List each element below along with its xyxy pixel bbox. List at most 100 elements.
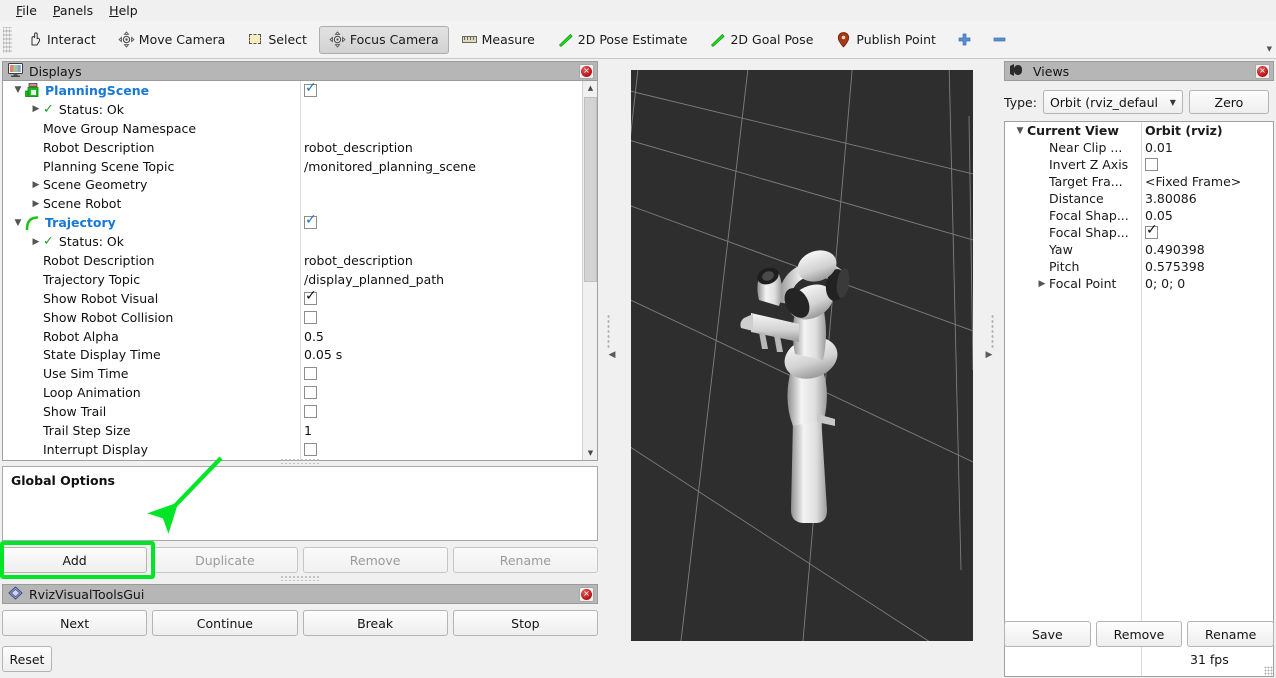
twisty-collapsed-icon[interactable] xyxy=(29,237,43,247)
menu-item-panels[interactable]: Panels xyxy=(45,1,101,20)
close-icon[interactable]: × xyxy=(1255,63,1270,79)
twisty-expanded-icon[interactable] xyxy=(11,218,25,228)
displays-tree[interactable]: PlanningScene✓Status: OkMove Group Names… xyxy=(2,81,598,461)
displays-tree-row[interactable]: Trajectory Topic/display_planned_path xyxy=(3,270,582,289)
displays-row-checkbox[interactable] xyxy=(304,405,317,419)
views-row-value[interactable]: 0.05 xyxy=(1145,208,1173,223)
displays-tree-row[interactable]: Show Robot Visual xyxy=(3,289,582,308)
displays-row-value[interactable]: 1 xyxy=(304,423,312,438)
views-row-value[interactable]: 0; 0; 0 xyxy=(1145,276,1185,291)
displays-tree-row[interactable]: Robot Description robot_description xyxy=(3,138,582,157)
views-row-value[interactable]: 0.490398 xyxy=(1145,242,1205,257)
chevron-down-icon[interactable]: ▼ xyxy=(1267,45,1272,53)
displays-row-checkbox[interactable] xyxy=(304,442,317,456)
next-button[interactable]: Next xyxy=(2,610,148,636)
views-tree-row[interactable]: Current View Orbit (rviz) xyxy=(1005,122,1273,139)
views-tree-row[interactable]: Focal Shap... xyxy=(1005,223,1273,241)
toolbar-drag-handle[interactable] xyxy=(3,26,12,53)
views-tree-row[interactable]: Pitch 0.575398 xyxy=(1005,258,1273,275)
panel-splitter-top[interactable] xyxy=(280,458,320,464)
displays-tree-row[interactable]: Move Group Namespace xyxy=(3,119,582,138)
displays-row-value[interactable]: robot_description xyxy=(304,253,413,268)
toolbar-button-focus-camera[interactable]: Focus Camera xyxy=(318,25,449,54)
menu-item-help[interactable]: Help xyxy=(101,1,146,20)
displays-tree-row[interactable]: ✓Status: Ok xyxy=(3,232,582,251)
displays-tree-row[interactable]: Trajectory xyxy=(3,213,582,232)
displays-tree-row[interactable]: Show Trail xyxy=(3,402,582,421)
3d-viewport[interactable] xyxy=(631,70,973,641)
toolbar-button-publish-point[interactable]: Publish Point xyxy=(825,26,946,54)
displays-tree-row[interactable]: Interrupt Display xyxy=(3,440,582,459)
window-resize-grip[interactable] xyxy=(1264,666,1274,676)
twisty-collapsed-icon[interactable] xyxy=(1035,279,1049,289)
views-tree-row[interactable]: Invert Z Axis xyxy=(1005,156,1273,173)
global-options-box[interactable]: Global Options xyxy=(2,466,598,541)
displays-tree-row[interactable]: State Display Time 0.05 s xyxy=(3,345,582,364)
displays-row-checkbox[interactable] xyxy=(304,367,317,381)
remove-view-button[interactable]: Remove xyxy=(1095,621,1183,647)
displays-tree-row[interactable]: Scene Geometry xyxy=(3,175,582,194)
views-tree-row[interactable]: Target Fra... <Fixed Frame> xyxy=(1005,173,1273,190)
views-tree-row[interactable]: Near Clip ... 0.01 xyxy=(1005,139,1273,156)
rename-view-button[interactable]: Rename xyxy=(1187,621,1275,647)
displays-row-checkbox[interactable] xyxy=(304,213,317,230)
toolbar-button-2d-pose-estimate[interactable]: 2D Pose Estimate xyxy=(547,26,698,54)
displays-tree-row[interactable]: Show Robot Collision xyxy=(3,308,582,327)
collapse-right-handle[interactable]: ▶ xyxy=(983,310,995,400)
remove-tool-button[interactable] xyxy=(983,26,1016,54)
displays-row-value[interactable]: /monitored_planning_scene xyxy=(304,159,476,174)
displays-tree-row[interactable]: ✓Status: Ok xyxy=(3,100,582,119)
twisty-collapsed-icon[interactable] xyxy=(29,180,43,190)
views-row-value[interactable]: 3.80086 xyxy=(1145,191,1197,206)
displays-tree-row[interactable]: Planning Scene Topic/monitored_planning_… xyxy=(3,157,582,176)
scroll-up-icon[interactable]: ▲ xyxy=(583,81,597,95)
views-tree-row[interactable]: Focal Point 0; 0; 0 xyxy=(1005,275,1273,292)
break-button[interactable]: Break xyxy=(302,610,448,636)
panel-splitter-bottom[interactable] xyxy=(280,575,320,581)
views-row-value[interactable]: Orbit (rviz) xyxy=(1145,123,1223,138)
views-row-value[interactable]: 0.01 xyxy=(1145,140,1173,155)
twisty-collapsed-icon[interactable] xyxy=(29,199,43,209)
views-tree-row[interactable]: Yaw 0.490398 xyxy=(1005,241,1273,258)
scrollbar-thumb[interactable] xyxy=(584,97,597,282)
toolbar-button-select[interactable]: Select xyxy=(237,26,317,54)
displays-row-value[interactable]: /display_planned_path xyxy=(304,272,444,287)
views-row-checkbox[interactable] xyxy=(1145,223,1158,239)
twisty-expanded-icon[interactable] xyxy=(1013,126,1027,136)
views-row-checkbox[interactable] xyxy=(1145,158,1158,171)
toolbar-button-2d-goal-pose[interactable]: 2D Goal Pose xyxy=(699,26,823,54)
displays-row-value[interactable]: robot_description xyxy=(304,140,413,155)
displays-row-checkbox[interactable] xyxy=(304,386,317,400)
views-tree-row[interactable]: Distance 3.80086 xyxy=(1005,190,1273,207)
views-row-value[interactable]: 0.575398 xyxy=(1145,259,1205,274)
zero-button[interactable]: Zero xyxy=(1188,90,1269,114)
reset-button[interactable]: Reset xyxy=(2,646,52,672)
displays-tree-row[interactable]: Use Sim Time xyxy=(3,364,582,383)
displays-tree-row[interactable]: PlanningScene xyxy=(3,81,582,100)
continue-button[interactable]: Continue xyxy=(152,610,298,636)
displays-row-checkbox[interactable] xyxy=(304,289,317,305)
view-type-select[interactable]: Orbit (rviz_defaul ▼ xyxy=(1042,90,1183,114)
save-view-button[interactable]: Save xyxy=(1004,621,1091,647)
displays-tree-row[interactable]: Robot Description robot_description xyxy=(3,251,582,270)
views-row-value[interactable]: <Fixed Frame> xyxy=(1145,174,1241,189)
toolbar-button-measure[interactable]: Measure xyxy=(451,26,545,54)
displays-tree-row[interactable]: Scene Robot xyxy=(3,194,582,213)
twisty-collapsed-icon[interactable] xyxy=(29,104,43,114)
views-tree-row[interactable]: Focal Shap... 0.05 xyxy=(1005,207,1273,224)
displays-row-checkbox[interactable] xyxy=(304,81,317,97)
close-icon[interactable]: × xyxy=(579,63,594,79)
displays-tree-row[interactable]: Robot Alpha 0.5 xyxy=(3,327,582,346)
displays-scrollbar[interactable]: ▲ ▼ xyxy=(582,81,597,460)
stop-button[interactable]: Stop xyxy=(452,610,598,636)
toolbar-button-interact[interactable]: Interact xyxy=(16,26,106,54)
twisty-expanded-icon[interactable] xyxy=(11,85,25,95)
collapse-left-handle[interactable]: ◀ xyxy=(606,310,618,400)
displays-tree-row[interactable]: Loop Animation xyxy=(3,383,582,402)
displays-row-checkbox[interactable] xyxy=(304,310,317,324)
close-icon[interactable]: × xyxy=(579,586,594,602)
menu-item-file[interactable]: File xyxy=(8,1,45,20)
displays-row-value[interactable]: 0.5 xyxy=(304,329,324,344)
views-tree[interactable]: Current View Orbit (rviz) Near Clip ... 0.0… xyxy=(1004,121,1274,677)
displays-row-value[interactable]: 0.05 s xyxy=(304,347,342,362)
